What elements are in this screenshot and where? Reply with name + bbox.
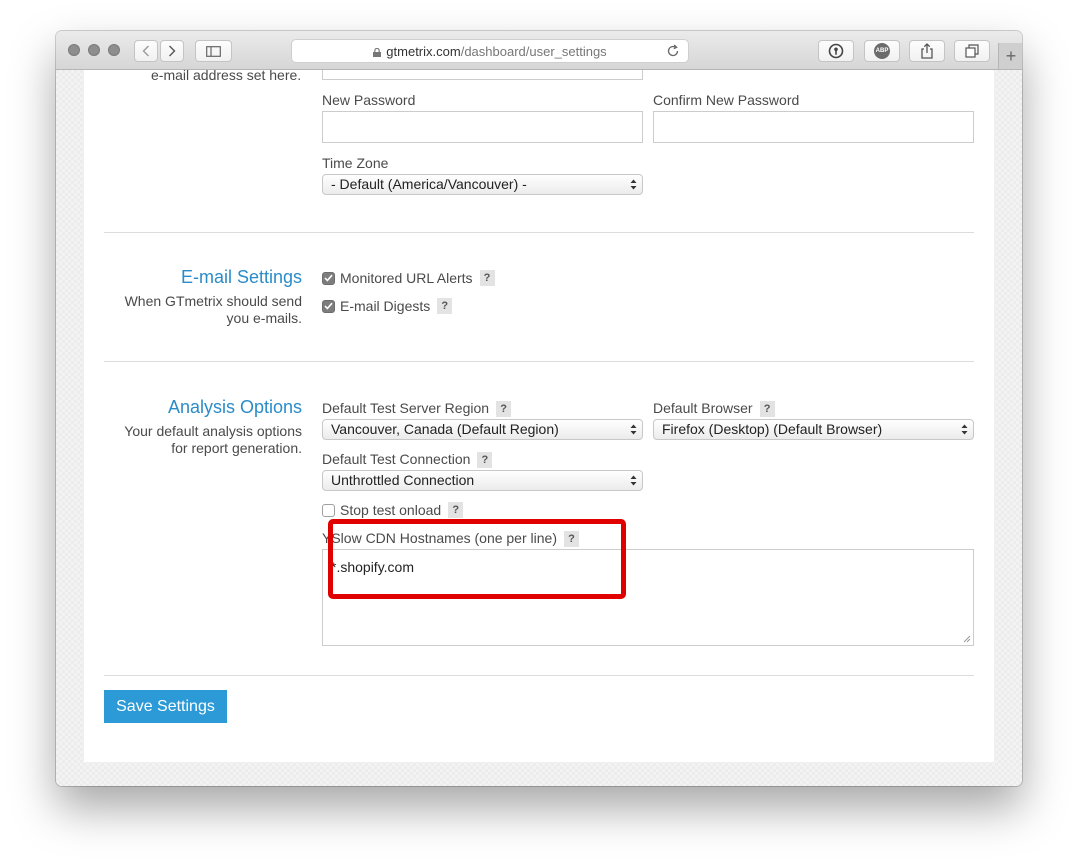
address-bar[interactable]: gtmetrix.com/dashboard/user_settings <box>291 39 689 63</box>
share-icon <box>921 43 933 59</box>
reload-icon[interactable] <box>666 44 680 58</box>
email-settings-title: E-mail Settings <box>180 267 302 287</box>
url-domain: gtmetrix.com <box>386 43 461 59</box>
browser-window: gtmetrix.com/dashboard/user_settings ABP… <box>56 31 1022 786</box>
connection-label: Default Test Connection? <box>322 451 493 468</box>
close-window-button[interactable] <box>68 44 80 56</box>
browser-select[interactable]: Firefox (Desktop) (Default Browser) <box>653 419 974 440</box>
help-icon[interactable]: ? <box>437 298 453 314</box>
browser-value: Firefox (Desktop) (Default Browser) <box>662 421 883 437</box>
help-icon[interactable]: ? <box>477 452 493 468</box>
region-value: Vancouver, Canada (Default Region) <box>331 421 559 437</box>
browser-label-text: Default Browser <box>653 400 753 416</box>
chevron-right-icon <box>169 45 176 57</box>
analysis-options-desc-line2: for report generation. <box>171 440 302 456</box>
stop-onload-option[interactable]: Stop test onload ? <box>322 502 464 518</box>
select-arrows-icon <box>630 424 637 435</box>
save-settings-button[interactable]: Save Settings <box>104 690 227 723</box>
time-zone-label: Time Zone <box>322 155 389 171</box>
browser-toolbar: gtmetrix.com/dashboard/user_settings ABP… <box>56 31 1022 70</box>
browser-label: Default Browser? <box>653 400 775 417</box>
analysis-options-desc: Your default analysis options for report… <box>104 423 302 457</box>
stop-onload-label: Stop test onload <box>340 502 442 518</box>
resize-handle-icon[interactable] <box>963 635 971 643</box>
email-settings-header: E-mail Settings When GTmetrix should sen… <box>104 267 302 327</box>
confirm-password-label: Confirm New Password <box>653 92 800 108</box>
divider <box>104 361 974 362</box>
stop-onload-checkbox[interactable] <box>322 503 335 517</box>
help-icon[interactable]: ? <box>448 502 464 518</box>
email-note: e-mail address set here. <box>151 70 302 83</box>
divider <box>104 232 974 233</box>
key-circle-icon <box>828 43 844 59</box>
chevron-left-icon <box>142 45 149 57</box>
email-digests-checkbox[interactable] <box>322 299 335 313</box>
url-path: /dashboard/user_settings <box>460 43 607 59</box>
tabs-overview-button[interactable] <box>954 40 990 62</box>
checkmark-icon <box>324 274 333 282</box>
help-icon[interactable]: ? <box>479 270 495 286</box>
divider <box>104 675 974 676</box>
new-password-label: New Password <box>322 92 416 108</box>
email-settings-desc: When GTmetrix should send you e-mails. <box>104 293 302 327</box>
back-button[interactable] <box>134 40 158 62</box>
sidebar-icon <box>206 45 221 57</box>
lock-icon <box>373 47 382 57</box>
select-arrows-icon <box>630 475 637 486</box>
email-digests-label: E-mail Digests <box>340 298 431 314</box>
help-icon[interactable]: ? <box>496 401 512 417</box>
connection-label-text: Default Test Connection <box>322 451 471 467</box>
region-select[interactable]: Vancouver, Canada (Default Region) <box>322 419 643 440</box>
adblock-button[interactable]: ABP <box>864 40 900 62</box>
email-settings-desc-line1: When GTmetrix should send <box>124 293 302 309</box>
analysis-options-desc-line1: Your default analysis options <box>124 423 302 439</box>
region-label: Default Test Server Region? <box>322 400 512 417</box>
analysis-options-header: Analysis Options Your default analysis o… <box>104 397 302 457</box>
monitored-url-alerts-label: Monitored URL Alerts <box>340 270 473 286</box>
connection-select[interactable]: Unthrottled Connection <box>322 470 643 491</box>
select-arrows-icon <box>630 179 637 190</box>
page-viewport: e-mail address set here. New Password Co… <box>56 70 1022 786</box>
email-settings-desc-line2: you e-mails. <box>226 310 302 326</box>
adblock-icon: ABP <box>874 43 890 59</box>
minimize-window-button[interactable] <box>88 44 100 56</box>
new-password-field[interactable] <box>322 111 643 143</box>
email-digests-option[interactable]: E-mail Digests ? <box>322 298 453 314</box>
forward-button[interactable] <box>160 40 184 62</box>
sidebar-button[interactable] <box>195 40 232 62</box>
new-tab-button[interactable]: + <box>998 43 1022 69</box>
time-zone-select[interactable]: - Default (America/Vancouver) - <box>322 174 643 195</box>
monitored-url-alerts-option[interactable]: Monitored URL Alerts ? <box>322 270 495 286</box>
select-arrows-icon <box>961 424 968 435</box>
password-button[interactable] <box>818 40 854 62</box>
email-field[interactable] <box>322 70 643 80</box>
monitored-url-alerts-checkbox[interactable] <box>322 271 335 285</box>
time-zone-value: - Default (America/Vancouver) - <box>331 176 527 192</box>
connection-value: Unthrottled Connection <box>331 472 475 488</box>
settings-panel: e-mail address set here. New Password Co… <box>84 70 994 762</box>
zoom-window-button[interactable] <box>108 44 120 56</box>
confirm-password-field[interactable] <box>653 111 974 143</box>
share-button[interactable] <box>909 40 945 62</box>
help-icon[interactable]: ? <box>759 401 775 417</box>
analysis-options-title: Analysis Options <box>167 397 302 417</box>
tabs-icon <box>965 44 979 58</box>
highlight-box <box>328 519 626 599</box>
checkmark-icon <box>324 302 333 310</box>
region-label-text: Default Test Server Region <box>322 400 490 416</box>
